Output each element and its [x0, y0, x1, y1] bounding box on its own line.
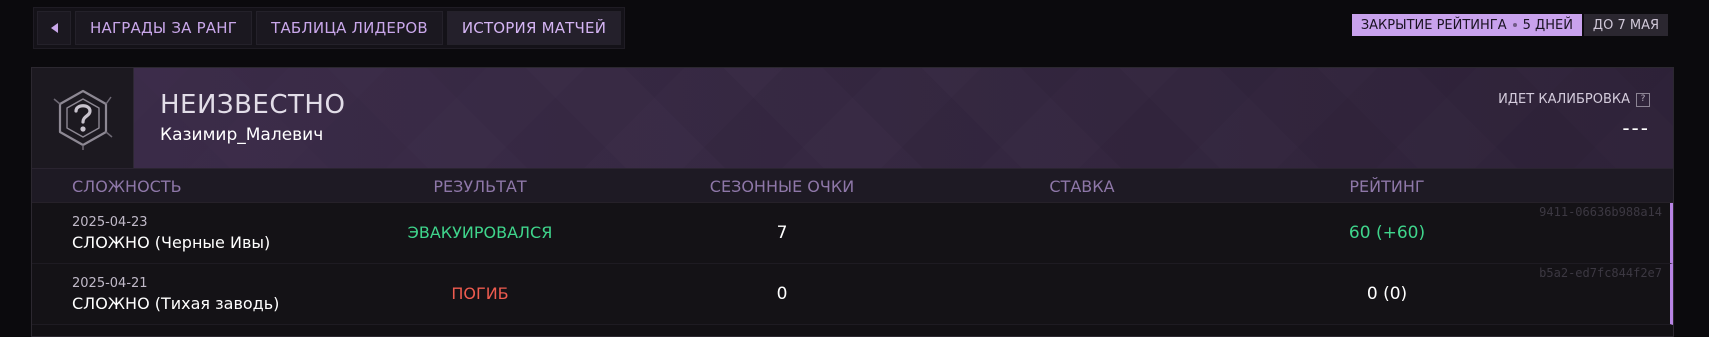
season-closing-label: ЗАКРЫТИЕ РЕЙТИНГА 5 ДНЕЙ [1351, 14, 1582, 36]
calibration-status: ИДЕТ КАЛИБРОВКА ? [1498, 92, 1650, 107]
table-row[interactable]: 9411-06636b988a14 2025-04-23 СЛОЖНО (Чер… [32, 203, 1673, 264]
column-season-points: СЕЗОННЫЕ ОЧКИ [709, 177, 855, 196]
match-difficulty: СЛОЖНО (Тихая заводь) [72, 294, 280, 313]
calibration-label: ИДЕТ КАЛИБРОВКА [1498, 92, 1630, 107]
match-result: ПОГИБ [451, 284, 509, 303]
season-points: 0 [776, 284, 788, 304]
rating-change: 0 (0) [1366, 284, 1408, 304]
season-end-date: ДО 7 МАЯ [1583, 14, 1668, 36]
top-nav: НАГРАДЫ ЗА РАНГ ТАБЛИЦА ЛИДЕРОВ ИСТОРИЯ … [33, 7, 626, 49]
match-date: 2025-04-21 [72, 276, 148, 291]
column-stake: СТАВКА [1049, 177, 1115, 196]
back-button[interactable] [37, 11, 71, 45]
match-date: 2025-04-23 [72, 215, 148, 230]
column-rating: РЕЙТИНГ [1349, 177, 1425, 196]
unknown-rank-emblem-icon [53, 89, 112, 150]
match-difficulty: СЛОЖНО (Черные Ивы) [72, 233, 271, 252]
tab-match-history[interactable]: ИСТОРИЯ МАТЧЕЙ [446, 11, 622, 45]
tab-leaderboard[interactable]: ТАБЛИЦА ЛИДЕРОВ [256, 11, 443, 45]
season-points: 7 [776, 223, 788, 243]
rating-change: 60 (+60) [1348, 223, 1426, 243]
closing-text: ЗАКРЫТИЕ РЕЙТИНГА [1360, 17, 1507, 33]
player-name: Казимир_Малевич [160, 125, 324, 145]
rating-value: --- [1622, 116, 1650, 140]
match-result: ЭВАКУИРОВАЛСЯ [407, 223, 553, 242]
rank-title: НЕИЗВЕСТНО [160, 90, 346, 120]
rank-emblem [32, 68, 134, 168]
table-header: СЛОЖНОСТЬ РЕЗУЛЬТАТ СЕЗОННЫЕ ОЧКИ СТАВКА… [32, 169, 1673, 203]
days-left: 5 ДНЕЙ [1522, 17, 1573, 33]
separator-dot-icon [1512, 23, 1517, 27]
table-row[interactable]: b5a2-ed7fc844f2e7 2025-04-21 СЛОЖНО (Тих… [32, 264, 1673, 325]
tab-rank-rewards[interactable]: НАГРАДЫ ЗА РАНГ [75, 11, 253, 45]
column-difficulty: СЛОЖНОСТЬ [72, 177, 182, 196]
profile-header: НЕИЗВЕСТНО Казимир_Малевич ИДЕТ КАЛИБРОВ… [32, 68, 1673, 169]
triangle-left-icon [50, 23, 58, 33]
match-id: b5a2-ed7fc844f2e7 [1539, 266, 1662, 280]
help-icon[interactable]: ? [1636, 92, 1650, 107]
match-id: 9411-06636b988a14 [1539, 205, 1662, 219]
match-history-panel: НЕИЗВЕСТНО Казимир_Малевич ИДЕТ КАЛИБРОВ… [31, 67, 1674, 337]
column-result: РЕЗУЛЬТАТ [433, 177, 527, 196]
season-closing-badge: ЗАКРЫТИЕ РЕЙТИНГА 5 ДНЕЙ ДО 7 МАЯ [1351, 14, 1668, 36]
